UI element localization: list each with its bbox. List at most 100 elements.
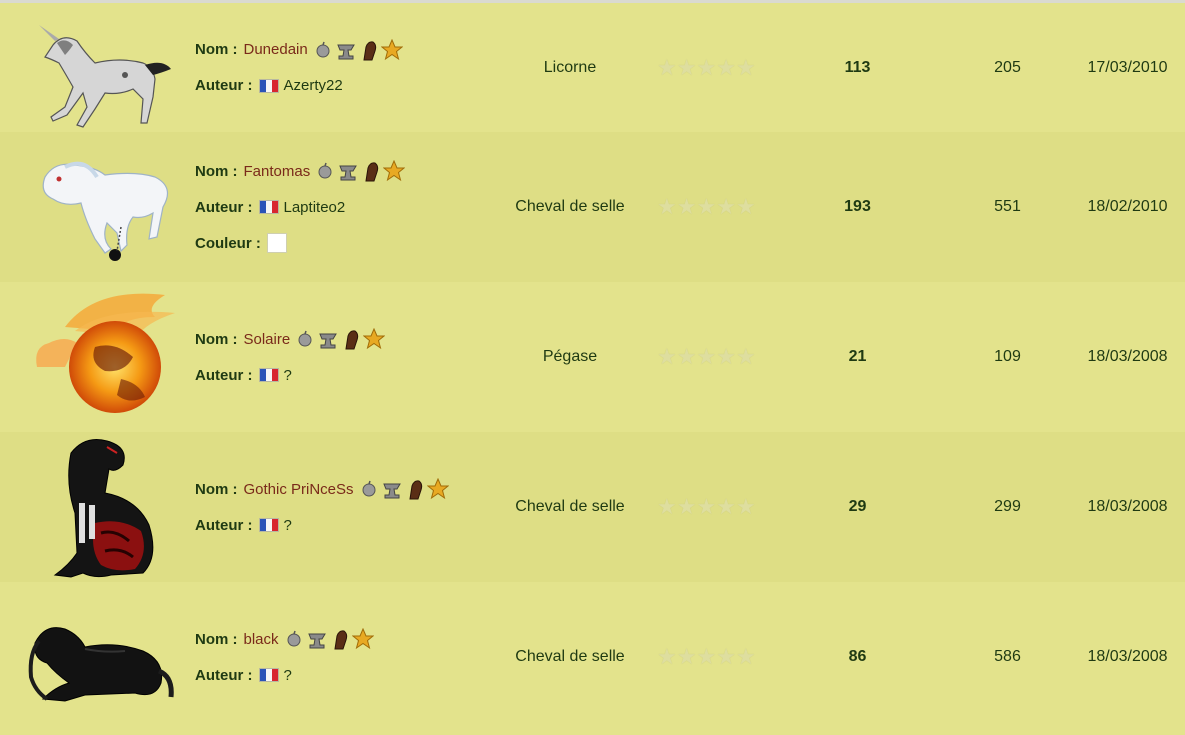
- author-link[interactable]: ?: [284, 667, 292, 684]
- creation-date: 18/03/2008: [1087, 348, 1168, 365]
- rating-star-icon[interactable]: ★: [677, 496, 697, 518]
- badges: [285, 628, 374, 650]
- horse-name-link[interactable]: Dunedain: [244, 41, 308, 58]
- badges: [316, 160, 406, 182]
- horse-thumbnail[interactable]: [22, 432, 178, 582]
- rating-star-icon[interactable]: ★: [716, 196, 736, 218]
- name-line: Nom : Fantomas: [195, 160, 406, 182]
- rating-star-icon[interactable]: ★: [677, 346, 697, 368]
- rating-star-icon[interactable]: ★: [657, 646, 677, 668]
- views-count: 586: [994, 648, 1021, 665]
- horse-info: Nom : black Auteur : ?: [195, 582, 374, 732]
- author-line: Auteur : ?: [195, 364, 385, 386]
- author-link[interactable]: ?: [284, 517, 292, 534]
- creation-date: 18/02/2010: [1087, 198, 1168, 215]
- france-flag-icon: [258, 368, 279, 382]
- name-label: Nom :: [195, 630, 238, 648]
- apple-icon: [318, 162, 332, 179]
- apple-icon: [287, 630, 301, 647]
- france-flag-icon: [258, 200, 279, 214]
- rating-stars[interactable]: ★ ★ ★ ★ ★: [657, 196, 756, 218]
- horse-row: Nom : Dunedain Auteur : Azerty22 Licorne…: [0, 3, 1185, 132]
- rating-star-icon[interactable]: ★: [736, 346, 756, 368]
- star-icon: [351, 628, 374, 650]
- author-link[interactable]: Azerty22: [284, 77, 343, 94]
- rating-star-icon[interactable]: ★: [677, 56, 697, 79]
- author-line: Auteur : Laptiteo2: [195, 196, 405, 218]
- horse-name-link[interactable]: Fantomas: [244, 163, 311, 180]
- gothic-horse-image: [53, 439, 154, 578]
- votes-count: 86: [848, 648, 867, 665]
- race: Cheval de selle: [515, 498, 625, 515]
- rating-star-icon[interactable]: ★: [657, 346, 677, 368]
- rating-star-icon[interactable]: ★: [677, 196, 697, 218]
- rating-star-icon[interactable]: ★: [696, 56, 716, 79]
- author-line: Auteur : ?: [195, 664, 374, 686]
- rating-stars[interactable]: ★ ★ ★ ★ ★: [657, 56, 756, 79]
- votes-count: 113: [844, 58, 871, 76]
- rating-star-icon[interactable]: ★: [677, 646, 697, 668]
- views-count: 109: [994, 348, 1021, 365]
- race: Cheval de selle: [515, 648, 625, 665]
- race: Pégase: [542, 348, 598, 365]
- horse-thumbnail[interactable]: [22, 582, 178, 732]
- rating-star-icon[interactable]: ★: [657, 496, 677, 518]
- badges: [360, 478, 449, 500]
- horse-info: Nom : Gothic PriNceSs Auteur : ?: [195, 432, 449, 582]
- horse-info: Nom : Fantomas Auteur : Laptiteo2 Couleu…: [195, 132, 406, 282]
- horse-list: Nom : Dunedain Auteur : Azerty22 Licorne…: [0, 3, 1185, 732]
- rating-star-icon[interactable]: ★: [736, 496, 756, 518]
- rating-star-icon[interactable]: ★: [716, 346, 736, 368]
- horse-info: Nom : Dunedain Auteur : Azerty22: [195, 3, 403, 132]
- horse-name-link[interactable]: Gothic PriNceSs: [244, 481, 354, 498]
- badges: [296, 328, 386, 350]
- author-label: Auteur :: [195, 77, 253, 94]
- horse-head-icon: [333, 630, 347, 650]
- rating-star-icon[interactable]: ★: [716, 496, 736, 518]
- star-icon: [380, 38, 403, 60]
- creation-date: 17/03/2010: [1087, 58, 1168, 76]
- horse-thumbnail[interactable]: [22, 3, 178, 153]
- name-label: Nom :: [195, 480, 238, 498]
- color-swatch: [266, 233, 287, 253]
- black-horse-image: [28, 627, 174, 702]
- rating-stars[interactable]: ★ ★ ★ ★ ★: [657, 496, 756, 518]
- horse-head-icon: [345, 330, 359, 350]
- ghost-horse-image: [42, 161, 169, 261]
- views-count: 299: [994, 498, 1021, 515]
- rating-stars[interactable]: ★ ★ ★ ★ ★: [657, 346, 756, 368]
- color-label: Couleur :: [195, 234, 261, 252]
- anvil-icon: [339, 165, 358, 181]
- author-link[interactable]: ?: [284, 367, 292, 384]
- rating-stars[interactable]: ★ ★ ★ ★ ★: [657, 646, 756, 668]
- france-flag-icon: [258, 668, 279, 682]
- votes-count: 29: [848, 498, 867, 515]
- views-count: 205: [994, 58, 1021, 76]
- rating-star-icon[interactable]: ★: [716, 646, 736, 668]
- votes-count: 193: [844, 198, 871, 215]
- rating-star-icon[interactable]: ★: [696, 346, 716, 368]
- rating-star-icon[interactable]: ★: [736, 646, 756, 668]
- horse-name-link[interactable]: black: [244, 631, 279, 648]
- author-link[interactable]: Laptiteo2: [284, 199, 346, 216]
- horse-name-link[interactable]: Solaire: [244, 331, 291, 348]
- rating-star-icon[interactable]: ★: [696, 646, 716, 668]
- horse-thumbnail[interactable]: [22, 282, 178, 432]
- rating-star-icon[interactable]: ★: [696, 196, 716, 218]
- badges: [314, 38, 403, 61]
- author-label: Auteur :: [195, 366, 253, 384]
- anvil-icon: [336, 44, 355, 59]
- rating-star-icon[interactable]: ★: [657, 196, 677, 218]
- name-line: Nom : Gothic PriNceSs: [195, 478, 449, 500]
- rating-star-icon[interactable]: ★: [716, 56, 736, 79]
- rating-star-icon[interactable]: ★: [696, 496, 716, 518]
- rating-star-icon[interactable]: ★: [657, 56, 677, 79]
- author-line: Auteur : ?: [195, 514, 449, 536]
- name-label: Nom :: [195, 330, 238, 348]
- horse-thumbnail[interactable]: [22, 132, 178, 282]
- votes-count: 21: [848, 348, 867, 365]
- views-count: 551: [994, 198, 1021, 215]
- name-label: Nom :: [195, 41, 238, 58]
- rating-star-icon[interactable]: ★: [736, 56, 756, 79]
- rating-star-icon[interactable]: ★: [736, 196, 756, 218]
